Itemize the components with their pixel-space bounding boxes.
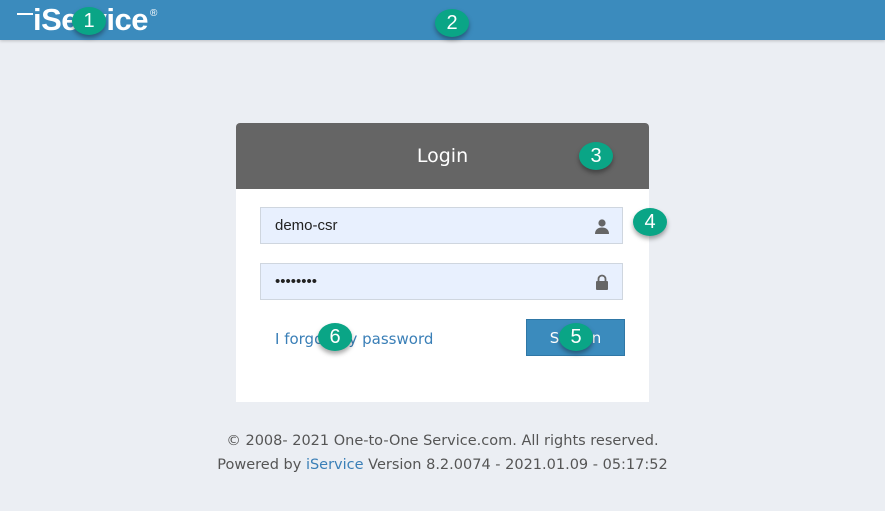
copyright-text: © 2008- 2021 One-to-One Service.com. All… — [226, 433, 659, 449]
annotation-badge-3: 3 — [579, 142, 613, 170]
version-text: Powered by iService Version 8.2.0074 - 2… — [0, 457, 885, 473]
annotation-badge-1: 1 — [72, 7, 106, 35]
annotation-badge-2: 2 — [435, 9, 469, 37]
username-input[interactable] — [261, 208, 589, 243]
password-input[interactable] — [261, 264, 589, 299]
lock-icon — [596, 274, 608, 290]
version-label: Version 8.2.0074 - 2021.01.09 - 05:17:52 — [363, 457, 668, 473]
password-field[interactable] — [260, 263, 623, 300]
registered-mark: ® — [149, 8, 157, 19]
annotation-badge-5: 5 — [559, 323, 593, 351]
powered-by-label: Powered by — [217, 457, 306, 473]
annotation-badge-6: 6 — [318, 323, 352, 351]
username-field[interactable] — [260, 207, 623, 244]
user-icon — [595, 219, 609, 234]
iservice-link[interactable]: iService — [306, 457, 364, 473]
annotation-badge-4: 4 — [633, 208, 667, 236]
logo-wing — [17, 12, 33, 15]
forgot-password-link[interactable]: I forgot my password — [275, 330, 433, 348]
